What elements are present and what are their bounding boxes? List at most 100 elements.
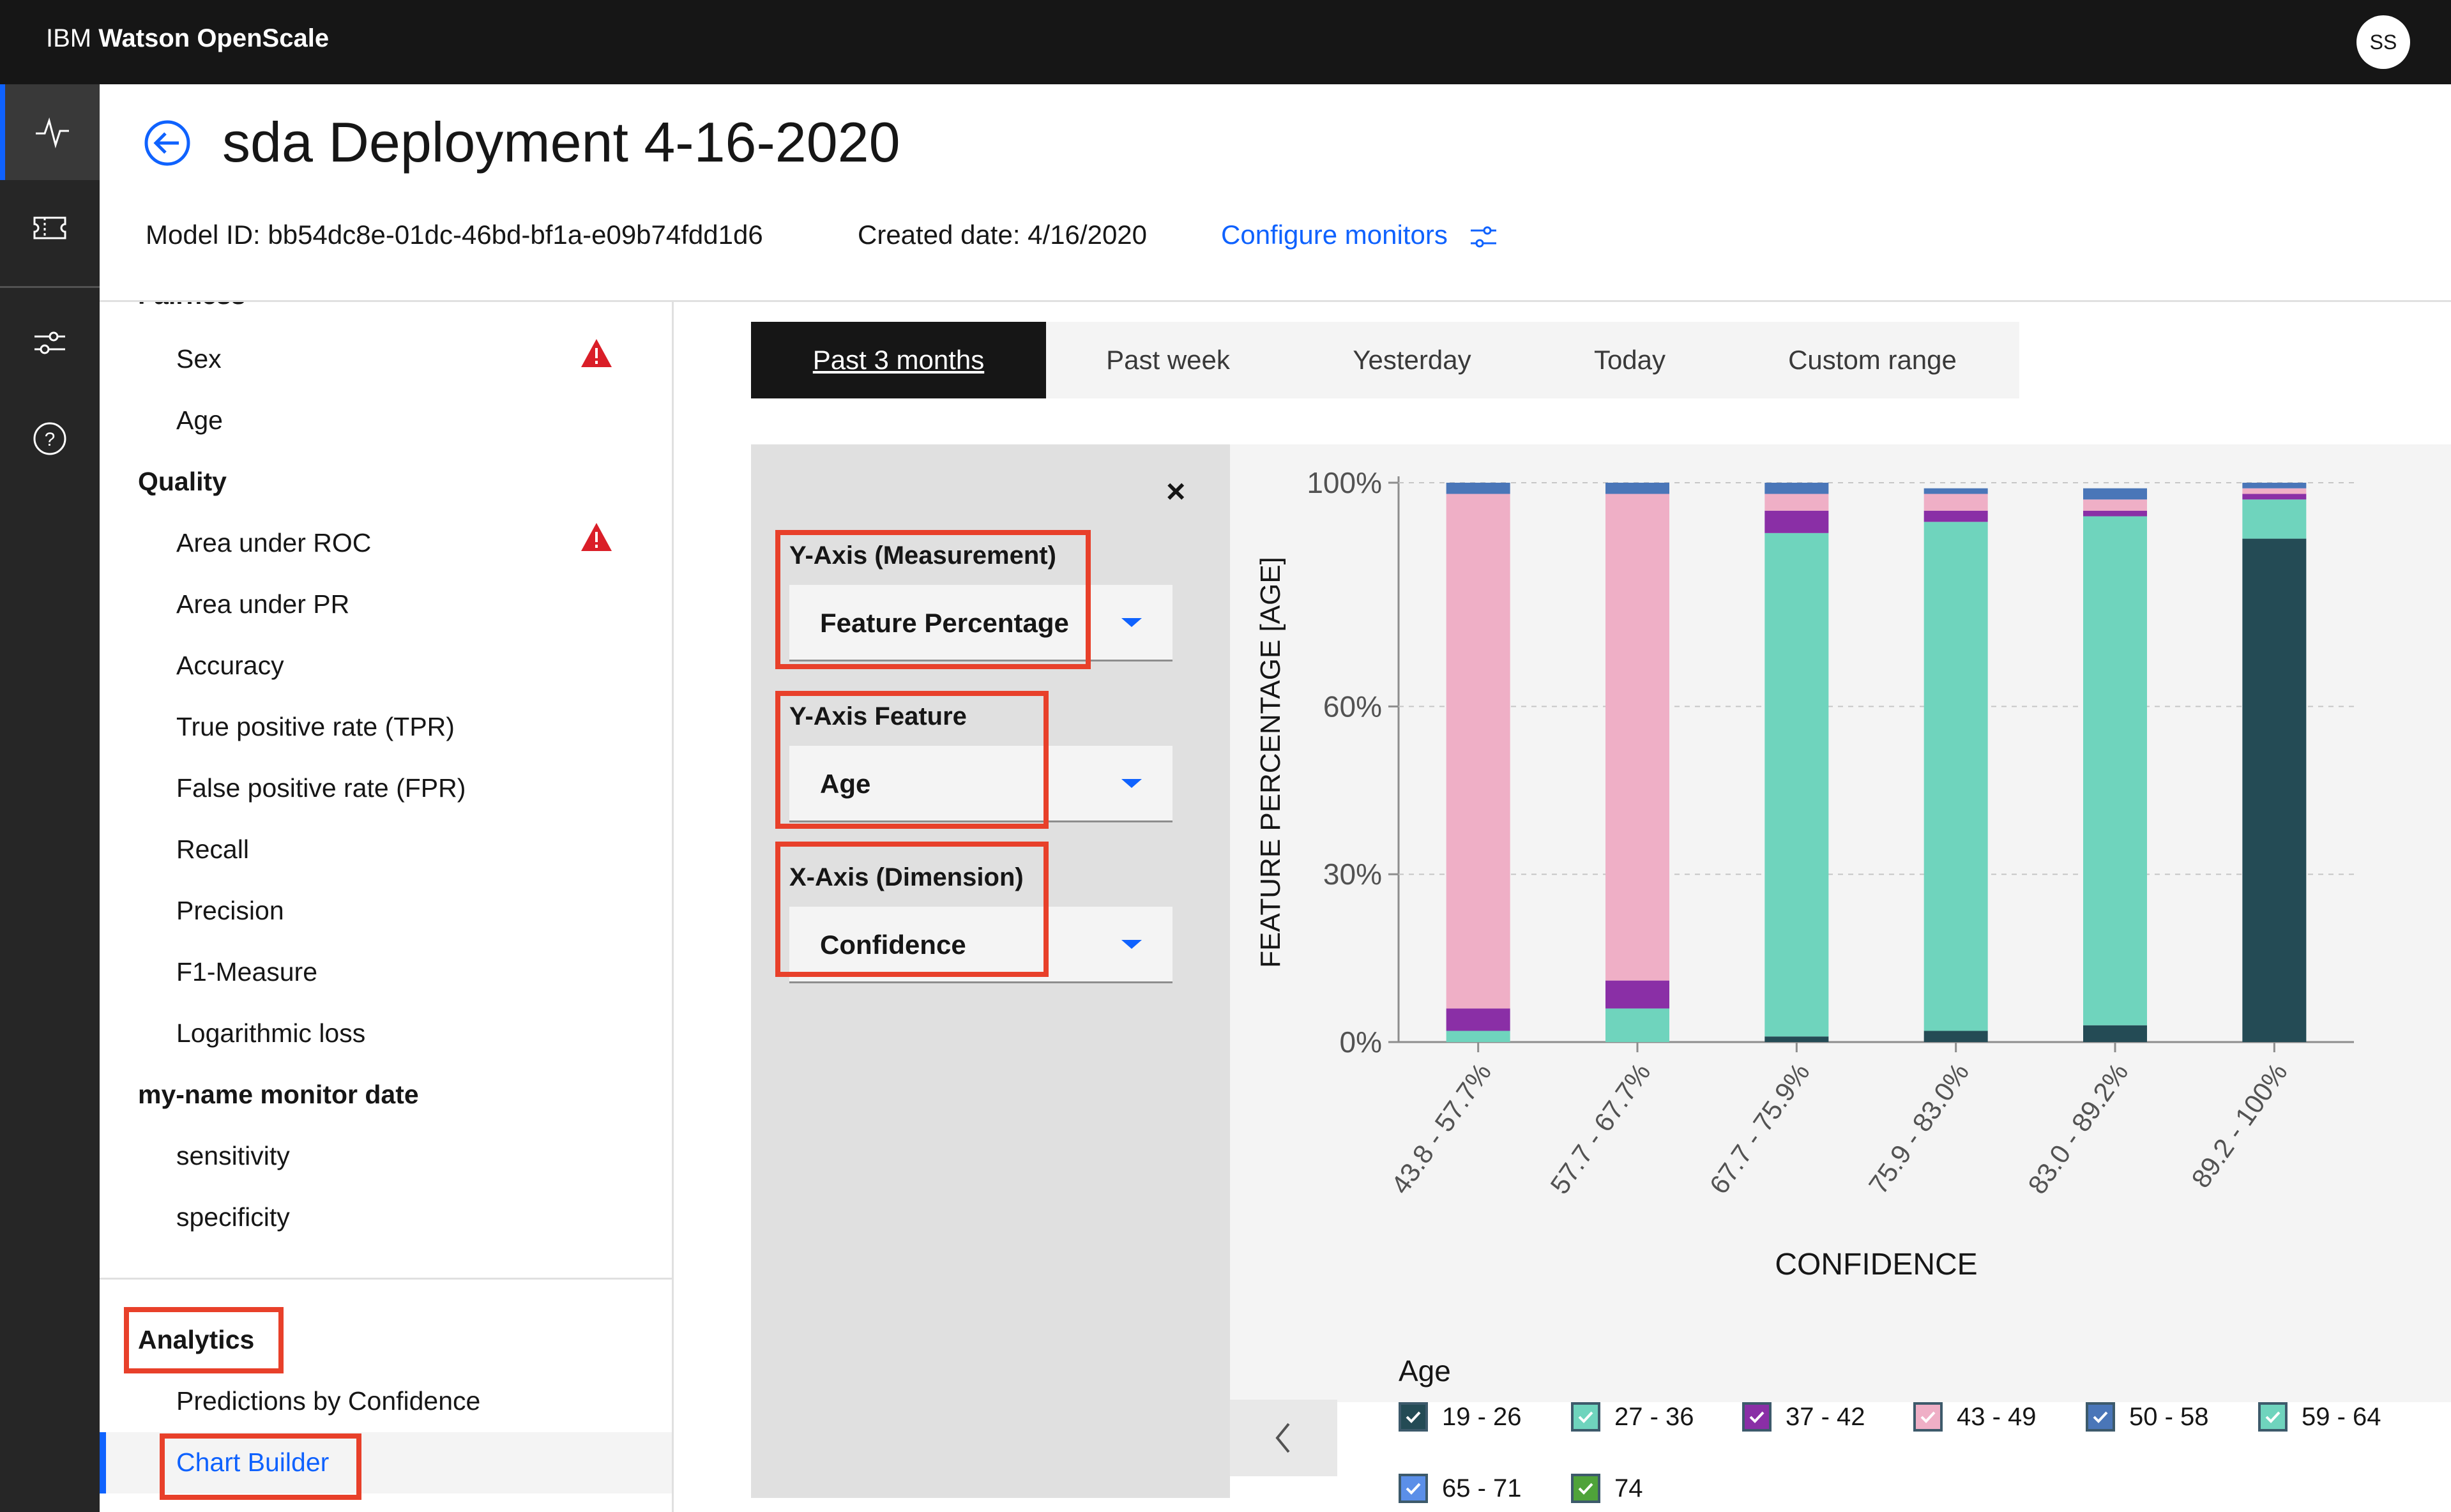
bar-segment[interactable]: [1446, 1031, 1510, 1042]
bar-segment[interactable]: [1605, 494, 1669, 981]
y-tick-label: 100%: [1307, 466, 1382, 499]
help-icon: ?: [33, 422, 66, 455]
app-title[interactable]: IBM Watson OpenScale: [46, 24, 329, 53]
nav-item-tpr[interactable]: True positive rate (TPR): [176, 712, 455, 742]
bar-segment[interactable]: [1924, 522, 1988, 1031]
highlight-box-y-measurement: [775, 530, 1091, 669]
bar-segment[interactable]: [1764, 483, 1829, 494]
bar-segment[interactable]: [2083, 516, 2147, 1025]
nav-item-f1-measure[interactable]: F1-Measure: [176, 957, 317, 987]
x-tick-label: 67.7 - 75.9%: [1704, 1057, 1816, 1199]
bar-segment[interactable]: [2083, 1025, 2147, 1042]
legend-label: 43 - 49: [1957, 1402, 2037, 1431]
monitor-nav: Fairness Sex Age Quality Area under ROC …: [100, 302, 673, 1512]
bar-segment[interactable]: [2083, 499, 2147, 511]
highlight-box-y-feature: [775, 691, 1049, 829]
x-tick-label: 57.7 - 67.7%: [1544, 1057, 1656, 1199]
rail-settings-button[interactable]: [0, 295, 100, 391]
configure-monitors-link[interactable]: Configure monitors: [1221, 220, 1499, 252]
legend-item[interactable]: 43 - 49: [1913, 1402, 2037, 1432]
checkbox-icon[interactable]: [1913, 1402, 1943, 1432]
legend-item[interactable]: 59 - 64: [2258, 1402, 2381, 1432]
nav-item-sex[interactable]: Sex: [176, 344, 222, 374]
tab-past-week[interactable]: Past week: [1046, 322, 1290, 398]
nav-item-age[interactable]: Age: [176, 405, 223, 435]
y-tick-label: 0%: [1340, 1025, 1382, 1059]
nav-item-sensitivity[interactable]: sensitivity: [176, 1141, 290, 1171]
rail-monitor-button[interactable]: [0, 84, 100, 180]
sliders-icon: [34, 331, 65, 354]
checkbox-icon[interactable]: [1399, 1474, 1428, 1503]
nav-item-area-under-roc[interactable]: Area under ROC: [176, 528, 371, 558]
configure-monitors-label: Configure monitors: [1221, 220, 1448, 250]
nav-separator: [100, 1278, 673, 1280]
tab-today[interactable]: Today: [1534, 322, 1726, 398]
tab-yesterday[interactable]: Yesterday: [1290, 322, 1534, 398]
bar-segment[interactable]: [1924, 510, 1988, 522]
tab-past-3-months[interactable]: Past 3 months: [751, 322, 1046, 398]
nav-item-fpr[interactable]: False positive rate (FPR): [176, 773, 466, 803]
rail-help-button[interactable]: ?: [0, 391, 100, 487]
checkbox-icon[interactable]: [1571, 1402, 1600, 1432]
checkbox-icon[interactable]: [1742, 1402, 1772, 1432]
bar-segment[interactable]: [1605, 483, 1669, 494]
nav-heading-custom-monitor: my-name monitor date: [138, 1080, 419, 1109]
bar-segment[interactable]: [1924, 488, 1988, 494]
bar-segment[interactable]: [1446, 1008, 1510, 1031]
legend-item[interactable]: 65 - 71: [1399, 1474, 1522, 1503]
warning-icon: [581, 339, 612, 367]
y-tick-label: 60%: [1323, 690, 1382, 723]
bar-segment[interactable]: [1764, 510, 1829, 533]
stacked-bar-chart: 0% 30% 60% 100% 43.8 - 57.7% 57.7 - 67.7% 67.7…: [1255, 466, 2354, 1281]
bar-segment[interactable]: [1764, 494, 1829, 511]
nav-item-predictions-by-confidence[interactable]: Predictions by Confidence: [176, 1386, 480, 1416]
highlight-box-x-dimension: [775, 842, 1049, 977]
x-tick-label: 83.0 - 89.2%: [2022, 1057, 2134, 1199]
nav-item-specificity[interactable]: specificity: [176, 1202, 290, 1232]
bar-segment[interactable]: [2242, 483, 2307, 488]
checkbox-icon[interactable]: [1571, 1474, 1600, 1503]
nav-heading-quality: Quality: [138, 467, 227, 496]
bar-segment[interactable]: [1605, 1008, 1669, 1042]
bar-segment[interactable]: [1446, 494, 1510, 1009]
legend-label: 74: [1614, 1474, 1643, 1502]
bar-segment[interactable]: [1764, 1036, 1829, 1042]
bar-segment[interactable]: [2242, 499, 2307, 539]
bar-segment[interactable]: [1605, 980, 1669, 1009]
bar-segment[interactable]: [2242, 488, 2307, 494]
bar-segment[interactable]: [2083, 510, 2147, 517]
bar-segment[interactable]: [1924, 1031, 1988, 1042]
legend-label: 27 - 36: [1614, 1402, 1694, 1431]
checkbox-icon[interactable]: [1399, 1402, 1428, 1432]
legend-item[interactable]: 19 - 26: [1399, 1402, 1522, 1432]
product-name: Watson OpenScale: [98, 24, 330, 52]
legend-item[interactable]: 74: [1571, 1474, 1643, 1503]
nav-item-precision[interactable]: Precision: [176, 896, 284, 926]
bar-segment[interactable]: [2242, 494, 2307, 500]
user-avatar[interactable]: SS: [2356, 15, 2410, 69]
nav-item-recall[interactable]: Recall: [176, 835, 249, 865]
model-id: Model ID: bb54dc8e-01dc-46bd-bf1a-e09b74…: [146, 220, 763, 250]
checkbox-icon[interactable]: [2086, 1402, 2115, 1432]
bar-segment[interactable]: [1764, 533, 1829, 1037]
nav-item-log-loss[interactable]: Logarithmic loss: [176, 1018, 365, 1048]
legend-title: Age: [1399, 1354, 1451, 1387]
bar-segment[interactable]: [1446, 483, 1510, 494]
bar-segment[interactable]: [2083, 488, 2147, 500]
back-arrow-icon[interactable]: [143, 119, 192, 167]
bar-segment[interactable]: [1924, 494, 1988, 511]
rail-model-button[interactable]: [0, 180, 100, 276]
collapse-panel-button[interactable]: [1230, 1400, 1337, 1476]
nav-item-area-under-pr[interactable]: Area under PR: [176, 589, 349, 619]
legend-item[interactable]: 50 - 58: [2086, 1402, 2209, 1432]
legend-label: 50 - 58: [2129, 1402, 2209, 1431]
tab-custom-range[interactable]: Custom range: [1726, 322, 2019, 398]
chevron-down-icon: [1121, 618, 1142, 627]
rail-divider: [0, 286, 100, 288]
checkbox-icon[interactable]: [2258, 1402, 2288, 1432]
legend-item[interactable]: 27 - 36: [1571, 1402, 1694, 1432]
legend-item[interactable]: 37 - 42: [1742, 1402, 1865, 1432]
close-icon[interactable]: ×: [1166, 472, 1185, 511]
nav-item-accuracy[interactable]: Accuracy: [176, 651, 284, 681]
bar-segment[interactable]: [2242, 538, 2307, 1042]
